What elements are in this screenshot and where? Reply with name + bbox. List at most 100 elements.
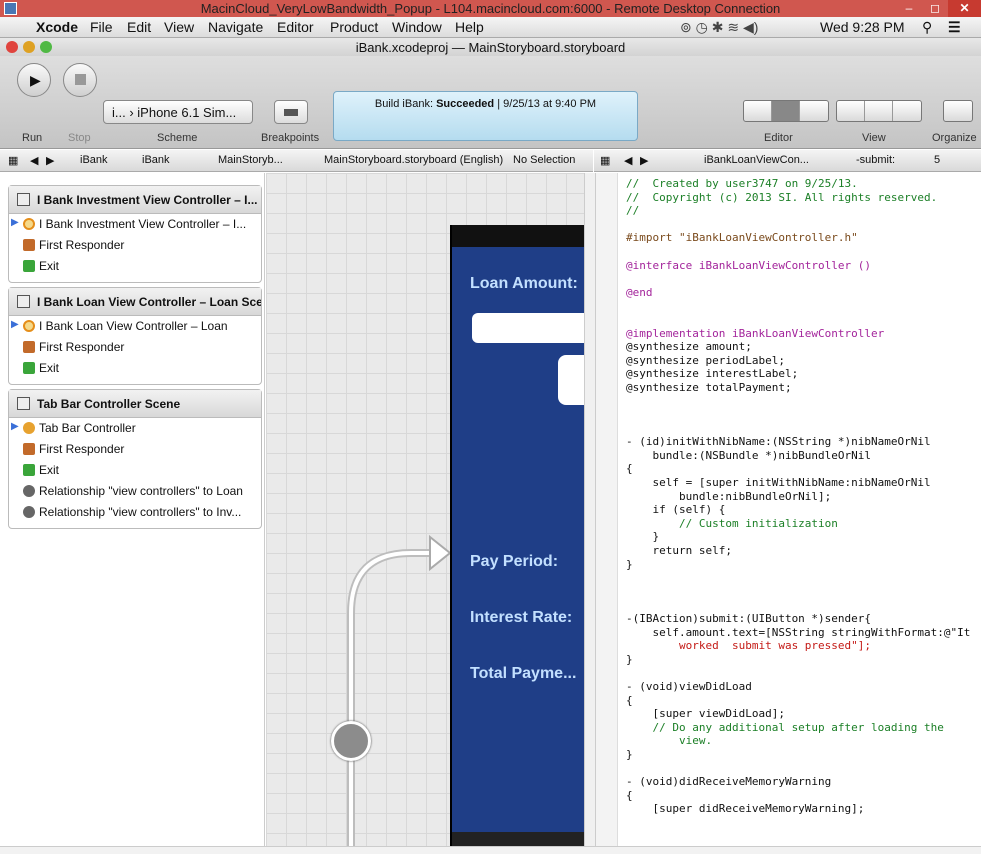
editor-mode-segmented-control[interactable] — [743, 100, 829, 122]
organizer-button[interactable] — [943, 100, 973, 122]
pane-divider[interactable] — [584, 173, 596, 848]
jump-crumb-project[interactable]: iBank — [80, 154, 108, 166]
code-line[interactable]: @end — [626, 286, 970, 300]
code-line[interactable] — [626, 299, 970, 313]
jump-crumb-folder[interactable]: iBank — [142, 154, 170, 166]
submit-button[interactable] — [558, 355, 584, 405]
maximize-button[interactable]: ◻ — [922, 0, 948, 17]
related-files-icon[interactable]: ▦ — [600, 154, 610, 167]
issue-counter[interactable]: 5 — [934, 154, 940, 166]
scheme-selector[interactable]: i... › iPhone 6.1 Sim... — [103, 100, 253, 124]
scene-header[interactable]: Tab Bar Controller Scene — [9, 390, 261, 418]
code-line[interactable]: return self; — [626, 544, 970, 558]
code-line[interactable]: self = [super initWithNibName:nibNameOrN… — [626, 476, 970, 490]
source-code[interactable]: // Created by user3747 on 9/25/13.// Cop… — [626, 177, 970, 816]
outline-row[interactable]: First Responder — [9, 235, 261, 256]
minimize-button[interactable]: – — [896, 0, 922, 17]
related-files-icon[interactable]: ▦ — [8, 154, 18, 167]
outline-row[interactable]: ▶ I Bank Investment View Controller – I..… — [9, 214, 261, 235]
code-line[interactable]: if (self) { — [626, 503, 970, 517]
code-line[interactable]: // Created by user3747 on 9/25/13. — [626, 177, 970, 191]
editor-gutter[interactable] — [596, 173, 618, 848]
code-line[interactable]: } — [626, 748, 970, 762]
code-line[interactable] — [626, 272, 970, 286]
run-button[interactable]: ▶ — [17, 63, 51, 97]
code-line[interactable]: - (void)didReceiveMemoryWarning — [626, 775, 970, 789]
code-line[interactable]: @implementation iBankLoanViewController — [626, 327, 970, 341]
code-line[interactable] — [626, 585, 970, 599]
outline-row[interactable]: ▶ I Bank Loan View Controller – Loan — [9, 316, 261, 337]
menu-view[interactable]: View — [164, 19, 194, 35]
menu-window[interactable]: Window — [392, 19, 442, 35]
breakpoints-button[interactable] — [274, 100, 308, 124]
relationship-segue-icon[interactable] — [331, 721, 371, 761]
menu-product[interactable]: Product — [330, 19, 378, 35]
code-line[interactable] — [626, 762, 970, 776]
code-line[interactable]: -(IBAction)submit:(UIButton *)sender{ — [626, 612, 970, 626]
code-line[interactable] — [626, 598, 970, 612]
jump-crumb-storyboard[interactable]: MainStoryb... — [218, 154, 283, 166]
forward-arrow-icon[interactable]: ▶ — [640, 154, 648, 167]
code-line[interactable]: } — [626, 558, 970, 572]
storyboard-canvas[interactable]: Loan Amount: Pay Period: Interest Rate: … — [266, 173, 584, 848]
jump-crumb-file[interactable]: iBankLoanViewCon... — [704, 154, 809, 166]
code-line[interactable]: - (id)initWithNibName:(NSString *)nibNam… — [626, 435, 970, 449]
code-line[interactable]: } — [626, 530, 970, 544]
code-line[interactable] — [626, 422, 970, 436]
code-line[interactable]: bundle:nibBundleOrNil]; — [626, 490, 970, 504]
spotlight-search-icon[interactable]: ⚲ — [922, 19, 932, 36]
code-editor[interactable]: // Created by user3747 on 9/25/13.// Cop… — [596, 173, 981, 848]
close-button[interactable]: ✕ — [948, 0, 981, 17]
code-line[interactable]: // Do any additional setup after loading… — [626, 721, 970, 735]
loan-view-controller-preview[interactable]: Loan Amount: Pay Period: Interest Rate: … — [450, 225, 584, 848]
outline-row[interactable]: Exit — [9, 256, 261, 277]
outline-row[interactable]: Relationship "view controllers" to Loan — [9, 481, 261, 502]
menu-editor[interactable]: Editor — [277, 19, 314, 35]
code-line[interactable] — [626, 666, 970, 680]
scene-header[interactable]: I Bank Loan View Controller – Loan Scene — [9, 288, 261, 316]
code-line[interactable]: bundle:(NSBundle *)nibBundleOrNil — [626, 449, 970, 463]
outline-row[interactable]: First Responder — [9, 337, 261, 358]
code-line[interactable]: @synthesize amount; — [626, 340, 970, 354]
loan-amount-label[interactable]: Loan Amount: — [470, 275, 578, 293]
jump-crumb-method[interactable]: -submit: — [856, 154, 895, 166]
code-line[interactable]: [super didReceiveMemoryWarning]; — [626, 802, 970, 816]
code-line[interactable]: self.amount.text=[NSString stringWithFor… — [626, 626, 970, 640]
jump-crumb-selection[interactable]: No Selection — [513, 154, 575, 166]
interest-rate-label[interactable]: Interest Rate: — [470, 609, 572, 627]
jump-crumb-storyboard-english[interactable]: MainStoryboard.storyboard (English) — [324, 154, 503, 166]
code-line[interactable]: // — [626, 204, 970, 218]
disclosure-triangle-icon[interactable]: ▶ — [11, 319, 19, 330]
notification-list-icon[interactable]: ☰ — [948, 19, 961, 36]
code-line[interactable]: // Copyright (c) 2013 SI. All rights res… — [626, 191, 970, 205]
disclosure-triangle-icon[interactable]: ▶ — [11, 421, 19, 432]
code-line[interactable]: { — [626, 694, 970, 708]
code-line[interactable]: [super viewDidLoad]; — [626, 707, 970, 721]
code-line[interactable]: worked submit was pressed"]; — [626, 639, 970, 653]
menu-navigate[interactable]: Navigate — [208, 19, 263, 35]
code-line[interactable] — [626, 395, 970, 409]
outline-row[interactable]: Relationship "view controllers" to Inv..… — [9, 502, 261, 523]
menu-xcode[interactable]: Xcode — [36, 19, 78, 35]
code-line[interactable]: @synthesize interestLabel; — [626, 367, 970, 381]
status-icons[interactable]: ⊚ ◷ ✱ ≋ ◀) — [680, 19, 758, 36]
code-line[interactable]: @synthesize totalPayment; — [626, 381, 970, 395]
menu-file[interactable]: File — [90, 19, 113, 35]
code-line[interactable]: // Custom initialization — [626, 517, 970, 531]
code-line[interactable]: - (void)viewDidLoad — [626, 680, 970, 694]
code-line[interactable] — [626, 571, 970, 585]
pay-period-label[interactable]: Pay Period: — [470, 553, 558, 571]
stop-button[interactable] — [63, 63, 97, 97]
back-arrow-icon[interactable]: ◀ — [30, 154, 38, 167]
scene-header[interactable]: I Bank Investment View Controller – I... — [9, 186, 261, 214]
code-line[interactable]: { — [626, 462, 970, 476]
forward-arrow-icon[interactable]: ▶ — [46, 154, 54, 167]
code-line[interactable] — [626, 408, 970, 422]
outline-row[interactable]: Exit — [9, 460, 261, 481]
view-segmented-control[interactable] — [836, 100, 922, 122]
horizontal-scrollbar[interactable] — [0, 846, 981, 854]
disclosure-triangle-icon[interactable]: ▶ — [11, 217, 19, 228]
code-line[interactable]: @synthesize periodLabel; — [626, 354, 970, 368]
outline-row[interactable]: ▶ Tab Bar Controller — [9, 418, 261, 439]
code-line[interactable]: #import "iBankLoanViewController.h" — [626, 231, 970, 245]
